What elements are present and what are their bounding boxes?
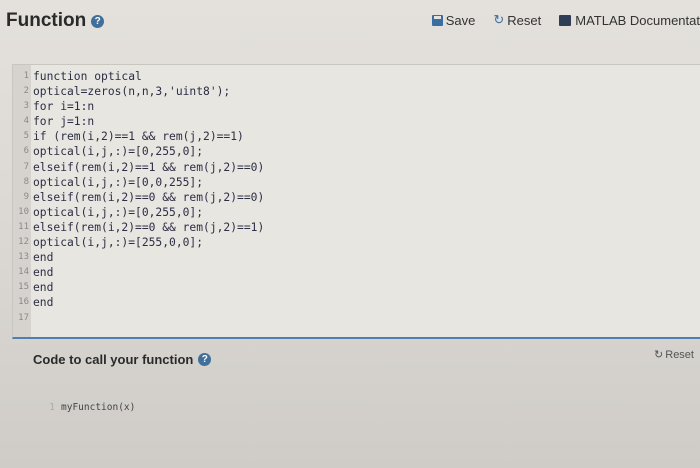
code-line[interactable]: 5 if (rem(i,2)==1 && rem(j,2)==1) (13, 129, 264, 144)
code-text: if (rem(i,2)==1 && rem(j,2)==1) (33, 130, 244, 144)
code-editor[interactable]: 1 function optical 2 optical=zeros(n,n,3,'u… (12, 64, 700, 339)
code-line[interactable]: 10 optical(i,j,:)=[0,255,0]; (13, 205, 264, 220)
code-line[interactable]: 16 end (13, 295, 264, 310)
code-line[interactable]: 2 optical=zeros(n,n,3,'uint8'); (13, 84, 264, 99)
code-line[interactable]: 3 for i=1:n (13, 99, 264, 114)
call-heading-text: Code to call your function (33, 352, 194, 367)
doc-label: MATLAB Documentat (575, 12, 700, 28)
reset-icon: ↻ (493, 12, 505, 27)
code-text: elseif(rem(i,2)==0 && rem(j,2)==0) (33, 190, 265, 204)
page: Function ? Save ↻ Reset MATLAB Documenta… (0, 0, 700, 468)
matlab-documentation-link[interactable]: MATLAB Documentat (559, 13, 700, 28)
code-text: elseif(rem(i,2)==0 && rem(j,2)==1) (33, 220, 265, 234)
line-number: 7 (23, 161, 29, 172)
code-text: end (33, 281, 54, 295)
code-line[interactable]: 1 function optical (13, 69, 264, 84)
code-text: end (33, 266, 54, 280)
line-number: 1 (23, 71, 29, 81)
line-number: 10 (18, 206, 29, 217)
code-line[interactable]: 14 end (13, 265, 264, 280)
call-reset-label: Reset (665, 348, 694, 361)
code-text: optical(i,j,:)=[0,255,0]; (33, 145, 204, 159)
line-number: 2 (23, 86, 29, 97)
line-number: 8 (23, 176, 29, 187)
code-line[interactable]: 9 elseif(rem(i,2)==0 && rem(j,2)==0) (13, 190, 265, 205)
code-line[interactable]: 7 elseif(rem(i,2)==1 && rem(j,2)==0) (13, 160, 265, 175)
save-button[interactable]: Save (431, 12, 476, 28)
save-label: Save (445, 12, 476, 28)
line-number: 4 (23, 116, 29, 127)
code-lines: 1 function optical 2 optical=zeros(n,n,3,'u… (13, 69, 264, 326)
code-line[interactable]: 8 optical(i,j,:)=[0,0,255]; (13, 175, 264, 190)
call-reset-button[interactable]: ↻ Reset (654, 348, 694, 362)
help-icon[interactable]: ? (91, 14, 105, 28)
code-text: optical=zeros(n,n,3,'uint8'); (33, 85, 231, 99)
code-line[interactable]: 6 optical(i,j,:)=[0,255,0]; (13, 144, 264, 159)
book-icon (559, 14, 572, 26)
save-icon (431, 14, 443, 26)
call-line-number: 1 (49, 401, 55, 413)
header: Function ? Save ↻ Reset MATLAB Documenta… (0, 0, 700, 44)
line-number: 11 (18, 221, 29, 232)
code-line[interactable]: 11 elseif(rem(i,2)==0 && rem(j,2)==1) (13, 220, 264, 235)
code-text: optical(i,j,:)=[0,0,255]; (33, 175, 204, 189)
line-number: 15 (18, 282, 29, 293)
code-text: end (33, 251, 54, 265)
call-reset-icon: ↻ (654, 349, 664, 361)
call-code-text: myFunction(x) (61, 401, 136, 413)
line-number: 6 (23, 146, 29, 157)
code-text: for i=1:n (33, 100, 95, 114)
code-text: optical(i,j,:)=[255,0,0]; (33, 236, 204, 250)
code-line[interactable]: 12 optical(i,j,:)=[255,0,0]; (13, 235, 264, 250)
reset-button[interactable]: ↻ Reset (493, 12, 541, 28)
code-text: for j=1:n (33, 115, 95, 129)
call-section-heading: Code to call your function ? (33, 352, 212, 367)
reset-label: Reset (507, 12, 542, 28)
toolbar: Save ↻ Reset MATLAB Documentat (431, 12, 700, 28)
code-line[interactable]: 17 (13, 311, 264, 326)
line-number: 3 (23, 101, 29, 112)
line-number: 14 (18, 267, 29, 278)
line-number: 17 (18, 312, 29, 323)
code-text: end (33, 296, 54, 310)
page-title: Function ? (6, 10, 105, 32)
code-line[interactable]: 15 end (13, 280, 264, 295)
code-text: elseif(rem(i,2)==1 && rem(j,2)==0) (33, 160, 265, 174)
call-help-icon[interactable]: ? (198, 353, 212, 366)
line-number: 13 (18, 252, 29, 263)
code-line[interactable]: 13 end (13, 250, 264, 265)
call-code-editor[interactable]: 1 myFunction(x) (33, 392, 700, 422)
line-number: 5 (23, 131, 29, 142)
code-text: optical(i,j,:)=[0,255,0]; (33, 205, 204, 219)
line-number: 12 (18, 237, 29, 248)
code-line[interactable]: 4 for j=1:n (13, 114, 264, 129)
page-title-text: Function (6, 10, 87, 31)
code-text: function optical (33, 70, 142, 83)
line-number: 16 (18, 297, 29, 308)
line-number: 9 (23, 191, 29, 202)
